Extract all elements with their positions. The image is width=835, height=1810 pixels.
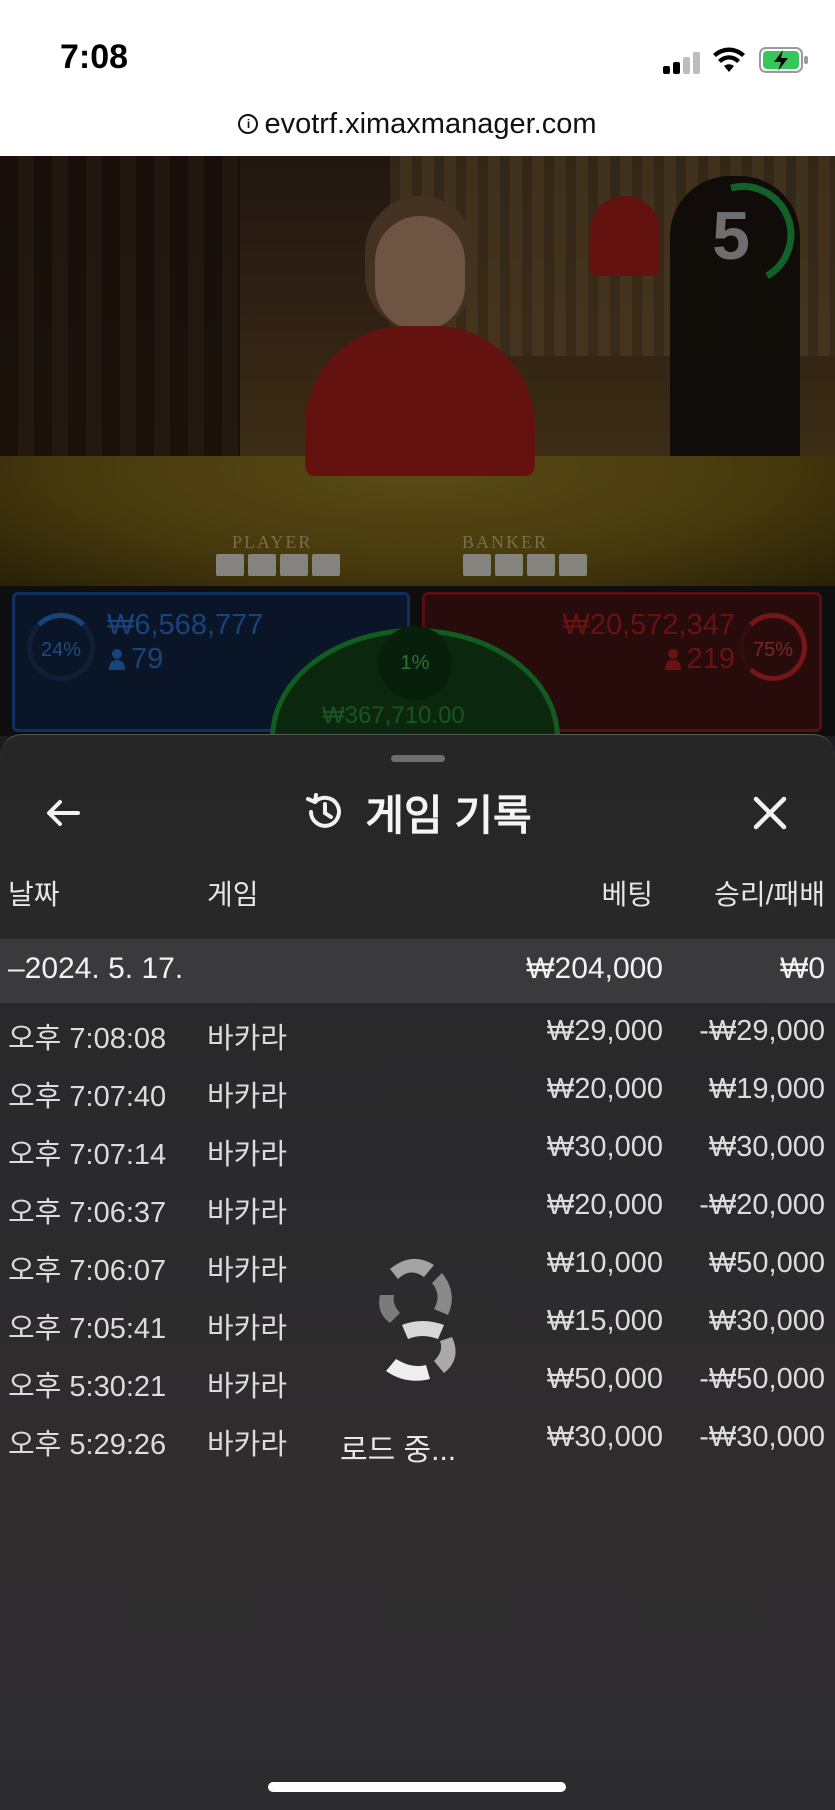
- row-result: ₩30,000: [708, 1131, 825, 1163]
- row-game: 바카라: [207, 1313, 288, 1345]
- row-bet: ₩29,000: [546, 1015, 663, 1047]
- game-history-sheet: 게임 기록 날짜 게임 베팅 승리/패배 –2024. 5. 17. ₩204,…: [0, 734, 835, 1810]
- row-bet: ₩30,000: [546, 1131, 663, 1163]
- column-header-win-loss: 승리/패배: [714, 879, 825, 910]
- signal-icon: [663, 52, 703, 74]
- row-time: 오후 7:07:40: [8, 1081, 167, 1113]
- wifi-icon: [713, 47, 745, 72]
- row-bet: ₩30,000: [546, 1421, 663, 1453]
- row-result: ₩30,000: [708, 1305, 825, 1337]
- row-game: 바카라: [207, 1371, 288, 1403]
- history-row[interactable]: 오후 7:08:08 바카라 ₩29,000 -₩29,000: [0, 1005, 835, 1063]
- row-result: ₩50,000: [708, 1247, 825, 1279]
- row-game: 바카라: [207, 1139, 288, 1171]
- status-bar: 7:08: [0, 0, 835, 92]
- date-group-row[interactable]: –2024. 5. 17. ₩204,000 ₩0: [0, 939, 835, 1003]
- sheet-header: 게임 기록: [0, 779, 835, 845]
- row-time: 오후 7:08:08: [8, 1023, 167, 1055]
- history-row[interactable]: 오후 7:06:37 바카라 ₩20,000 -₩20,000: [0, 1179, 835, 1237]
- row-time: 오후 5:30:21: [8, 1371, 167, 1403]
- row-result: -₩29,000: [699, 1015, 825, 1047]
- row-bet: ₩50,000: [546, 1363, 663, 1395]
- row-time: 오후 7:06:37: [8, 1197, 167, 1229]
- url-bar[interactable]: i evotrf.ximaxmanager.com: [0, 92, 835, 156]
- row-result: -₩20,000: [699, 1189, 825, 1221]
- close-icon[interactable]: [744, 787, 796, 839]
- row-game: 바카라: [207, 1023, 288, 1055]
- loading-spinner-icon: [379, 1258, 456, 1381]
- loading-text: 로드 중...: [340, 1434, 457, 1467]
- row-time: 오후 7:05:41: [8, 1313, 167, 1345]
- column-header-date: 날짜: [8, 879, 60, 910]
- column-header-game: 게임: [207, 879, 259, 910]
- row-bet: ₩20,000: [546, 1189, 663, 1221]
- row-bet: ₩20,000: [546, 1073, 663, 1105]
- date-group-win-total: ₩0: [780, 952, 825, 985]
- history-row[interactable]: 오후 7:07:40 바카라 ₩20,000 ₩19,000: [0, 1063, 835, 1121]
- row-game: 바카라: [207, 1255, 288, 1287]
- row-time: 오후 7:07:14: [8, 1139, 167, 1171]
- url-text: evotrf.ximaxmanager.com: [264, 107, 597, 140]
- row-game: 바카라: [207, 1081, 288, 1113]
- row-time: 오후 7:06:07: [8, 1255, 167, 1287]
- battery-charging-icon: [759, 47, 808, 73]
- modal-backdrop[interactable]: [0, 156, 835, 736]
- home-indicator[interactable]: [268, 1782, 566, 1792]
- date-group-date: –2024. 5. 17.: [8, 952, 184, 985]
- history-row[interactable]: 오후 7:07:14 바카라 ₩30,000 ₩30,000: [0, 1121, 835, 1179]
- column-header-bet: 베팅: [601, 879, 653, 910]
- row-result: -₩50,000: [699, 1363, 825, 1395]
- row-result: ₩19,000: [708, 1073, 825, 1105]
- status-time: 7:08: [60, 38, 129, 76]
- sheet-grab-handle[interactable]: [391, 755, 445, 762]
- sheet-title: 게임 기록: [365, 791, 532, 839]
- date-group-bet-total: ₩204,000: [526, 952, 663, 985]
- row-bet: ₩15,000: [546, 1305, 663, 1337]
- row-game: 바카라: [207, 1197, 288, 1229]
- row-game: 바카라: [207, 1429, 288, 1461]
- info-icon[interactable]: i: [238, 114, 259, 134]
- row-bet: ₩10,000: [546, 1247, 663, 1279]
- history-icon: [306, 793, 342, 828]
- row-time: 오후 5:29:26: [8, 1429, 167, 1461]
- row-result: -₩30,000: [699, 1421, 825, 1453]
